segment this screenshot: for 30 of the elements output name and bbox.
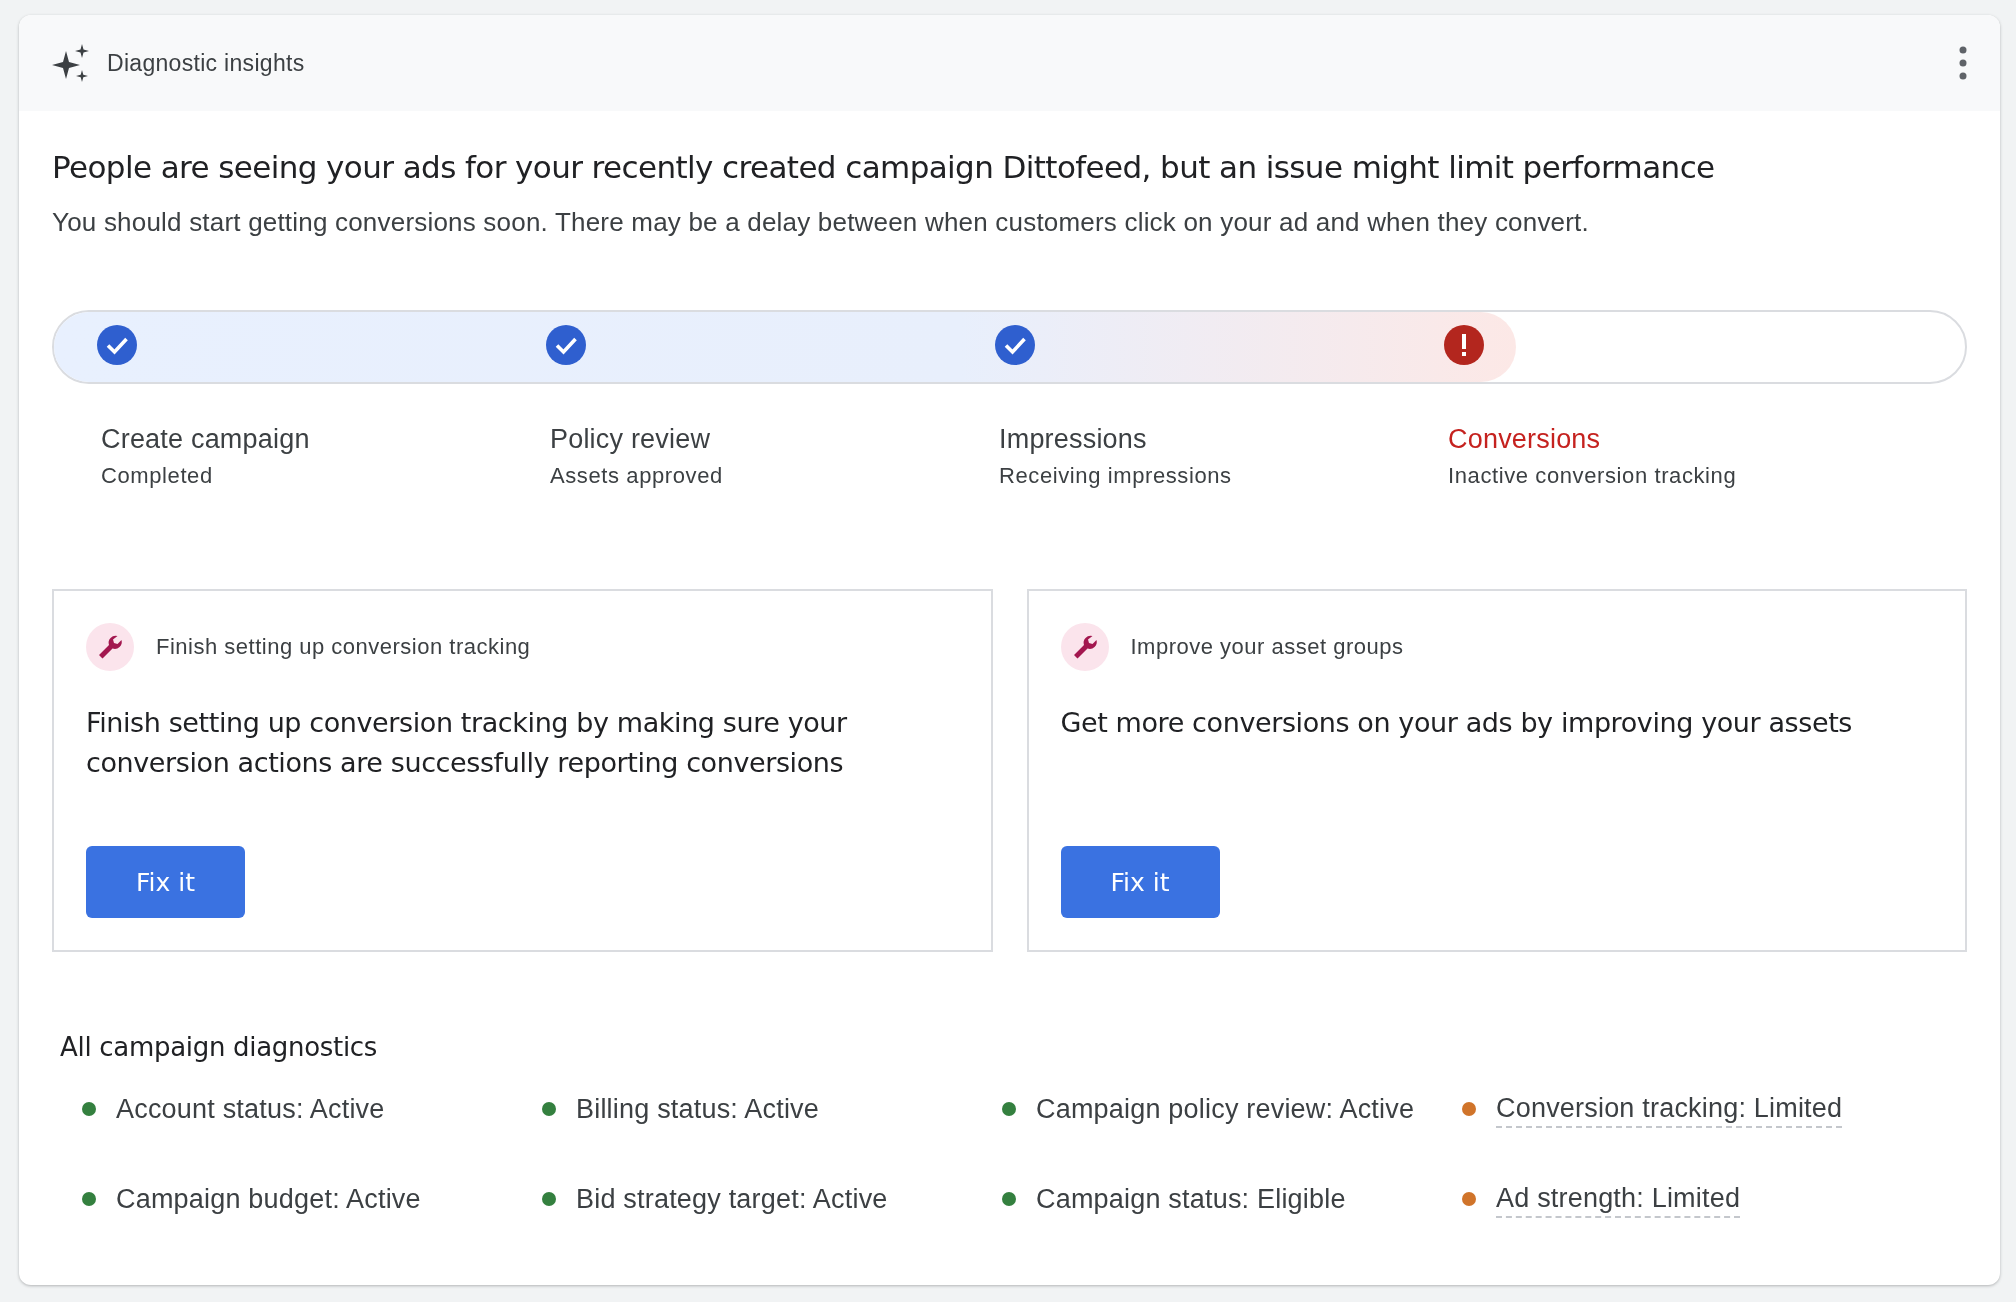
diagnostic-link[interactable]: Conversion tracking: Limited [1496, 1090, 1843, 1128]
diagnostics-title: All campaign diagnostics [60, 1032, 379, 1062]
card-text: Get more conversions on your ads by improving your assets [1060, 706, 1853, 740]
diagnostic-status: Campaign status: Eligible [1036, 1183, 1346, 1216]
diagnostic-status: Account status: Active [116, 1093, 385, 1126]
fix-it-button[interactable]: Fix it [86, 846, 245, 918]
step-detail: Assets approved [550, 463, 724, 489]
more-icon [1958, 46, 1968, 80]
step-detail: Completed [101, 463, 214, 489]
step-detail: Receiving impressions [999, 463, 1233, 489]
step-label: Conversions [1448, 424, 1602, 455]
header-title: Diagnostic insights [107, 49, 306, 77]
diagnostic-status: Billing status: Active [576, 1093, 819, 1126]
diagnostic-link[interactable]: Ad strength: Limited [1496, 1180, 1741, 1218]
fix-it-button[interactable]: Fix it [1060, 846, 1220, 918]
diagnostic-status: Campaign budget: Active [116, 1183, 421, 1216]
card-text: Finish setting up conversion tracking by making sure your conversion actions are successfully reporting conversions [86, 706, 848, 780]
card-title: Improve your asset groups [1130, 634, 1404, 660]
wrench-icon [1060, 623, 1109, 671]
wrench-icon [86, 623, 134, 671]
step-label: Policy review [550, 424, 712, 455]
diagnostic-status: Campaign policy review: Active [1036, 1093, 1415, 1126]
step-detail: Inactive conversion tracking [1448, 463, 1738, 489]
card-title: Finish setting up conversion tracking [156, 634, 531, 660]
summary-text: You should start getting conversions soon. There may be a delay between when customers click on your ad and when they convert. [52, 207, 1590, 238]
step-label: Impressions [999, 424, 1148, 455]
step-label: Create campaign [101, 424, 311, 455]
summary-headline: People are seeing your ads for your recently created campaign Dittofeed, but an issue might limit performance [52, 149, 1716, 185]
more-options-button[interactable] [1958, 46, 1968, 80]
diagnostic-status: Bid strategy target: Active [576, 1183, 888, 1216]
